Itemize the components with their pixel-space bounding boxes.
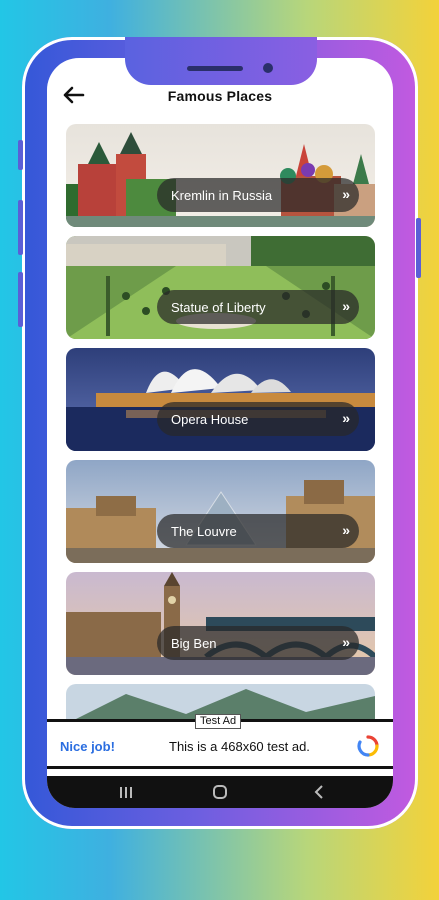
place-card-big-ben[interactable]: Big Ben » [66,572,375,675]
double-chevron-right-icon: » [342,634,350,650]
page-title: Famous Places [167,88,273,104]
place-card-the-louvre[interactable]: The Louvre » [66,460,375,563]
place-label-pill: Kremlin in Russia » [157,178,359,212]
ad-headline: Nice job! [60,739,115,754]
notch [125,37,317,85]
place-card-kremlin[interactable]: Kremlin in Russia » [66,124,375,227]
ad-tag: Test Ad [195,714,242,729]
back-icon[interactable] [307,782,331,802]
system-nav-bar [47,776,393,808]
volume-down-button [18,200,23,255]
double-chevron-right-icon: » [342,410,350,426]
home-icon[interactable] [208,782,232,802]
speaker [187,66,243,71]
recent-apps-icon[interactable] [114,782,138,802]
places-list[interactable]: Kremlin in Russia » Statue of Liberty » … [66,124,376,764]
volume-up-button [18,140,23,170]
place-label: Kremlin in Russia [171,188,273,203]
double-chevron-right-icon: » [342,522,350,538]
place-card-statue-of-liberty[interactable]: Statue of Liberty » [66,236,375,339]
place-label: Opera House [171,412,249,427]
ad-text: This is a 468x60 test ad. [169,739,310,754]
power-button [18,272,23,327]
ad-banner[interactable]: Test Ad Nice job! This is a 468x60 test … [47,714,393,769]
screen: Famous Places Kremlin in Russia » Statue… [47,58,393,808]
place-label: The Louvre [171,524,237,539]
camera [263,63,273,73]
ad-logo-icon [357,735,379,757]
place-card-opera-house[interactable]: Opera House » [66,348,375,451]
place-label-pill: Opera House » [157,402,359,436]
place-label-pill: The Louvre » [157,514,359,548]
place-label: Statue of Liberty [171,300,266,315]
double-chevron-right-icon: » [342,298,350,314]
side-button-right [416,218,421,278]
place-label-pill: Statue of Liberty » [157,290,359,324]
double-chevron-right-icon: » [342,186,350,202]
place-label-pill: Big Ben » [157,626,359,660]
place-label: Big Ben [171,636,217,651]
